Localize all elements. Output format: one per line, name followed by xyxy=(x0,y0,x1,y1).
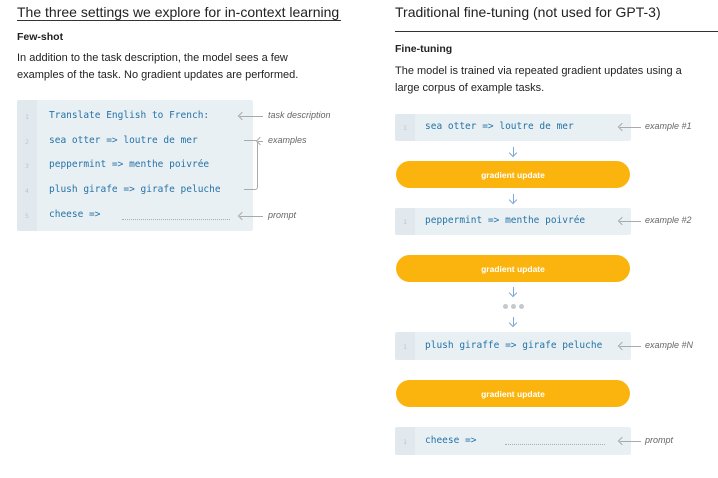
down-arrow-icon xyxy=(508,147,518,157)
few-shot-description: In addition to the task description, the… xyxy=(17,52,299,81)
gradient-update-pill: gradient update xyxy=(396,255,630,282)
prompt-annotation: prompt xyxy=(268,210,297,220)
ellipsis-dot xyxy=(519,304,524,309)
prompt-text: cheese => xyxy=(425,435,477,446)
fine-tuning-description: The model is trained via repeated gradie… xyxy=(395,65,682,94)
down-arrow-icon xyxy=(508,317,518,327)
ellipsis-dot xyxy=(503,304,508,309)
examples-annotation: examples xyxy=(268,135,307,145)
example-n-text: plush giraffe => girafe peluche xyxy=(425,340,603,351)
line-number: 3 xyxy=(25,162,29,170)
prompt-completion-placeholder xyxy=(122,219,230,220)
prompt-pointer xyxy=(240,216,263,217)
code-line-prompt: cheese => xyxy=(49,209,101,220)
line-number: 2 xyxy=(25,138,29,146)
code-line-example-2: peppermint => menthe poivrée xyxy=(49,159,210,170)
examples-bracket xyxy=(244,140,258,190)
prompt-completion-placeholder xyxy=(505,444,605,445)
fine-tuning-prompt-box: 1 cheese => xyxy=(395,427,631,455)
down-arrow-icon xyxy=(508,287,518,297)
left-title-underline xyxy=(17,20,341,21)
fine-tuning-example-box: 1 plush giraffe => girafe peluche xyxy=(395,332,631,360)
gradient-update-pill: gradient update xyxy=(396,380,630,407)
line-number: 1 xyxy=(25,113,29,121)
right-title-underline xyxy=(395,31,718,32)
prompt-annotation: prompt xyxy=(645,435,674,445)
examples-pointer xyxy=(258,141,263,142)
fine-tuning-panel-title: Traditional fine-tuning (not used for GP… xyxy=(395,4,661,20)
line-number: 5 xyxy=(25,212,29,220)
few-shot-code-block: 1 Translate English to French: 2 sea ott… xyxy=(17,100,253,231)
code-line-task-description: Translate English to French: xyxy=(49,110,210,121)
line-number: 1 xyxy=(403,218,407,226)
line-number: 1 xyxy=(403,343,407,351)
gradient-update-pill: gradient update xyxy=(396,161,630,188)
example-1-pointer xyxy=(620,127,641,128)
code-line-example-1: sea otter => loutre de mer xyxy=(49,135,198,146)
ellipsis-dot xyxy=(511,304,516,309)
example-1-text: sea otter => loutre de mer xyxy=(425,121,574,132)
line-number: 1 xyxy=(403,124,407,132)
example-2-text: peppermint => menthe poivrée xyxy=(425,215,586,226)
example-2-annotation: example #2 xyxy=(645,215,692,225)
down-arrow-icon xyxy=(508,194,518,204)
line-number: 1 xyxy=(403,438,407,446)
line-number: 4 xyxy=(25,187,29,195)
task-description-pointer xyxy=(240,116,263,117)
example-2-pointer xyxy=(620,221,641,222)
example-1-annotation: example #1 xyxy=(645,121,692,131)
fine-tuning-example-box: 1 sea otter => loutre de mer xyxy=(395,114,631,141)
example-n-pointer xyxy=(620,346,641,347)
code-line-example-3: plush girafe => girafe peluche xyxy=(49,184,221,195)
example-n-annotation: example #N xyxy=(645,340,694,350)
few-shot-subhead: Few-shot xyxy=(17,31,64,43)
fine-tuning-example-box: 1 peppermint => menthe poivrée xyxy=(395,208,631,235)
prompt-pointer xyxy=(620,441,641,442)
fine-tuning-subhead: Fine-tuning xyxy=(395,43,453,55)
task-description-annotation: task description xyxy=(268,110,331,120)
few-shot-panel-title: The three settings we explore for in-con… xyxy=(17,4,340,20)
